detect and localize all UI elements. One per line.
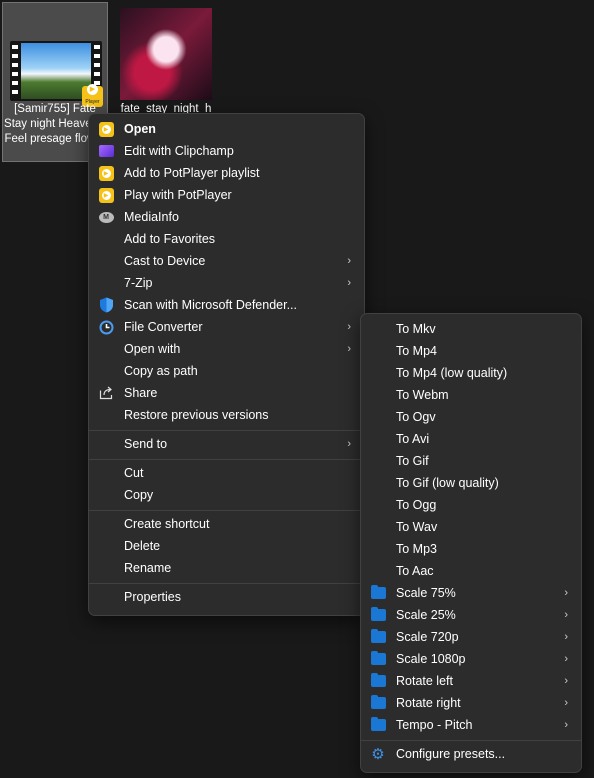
menu-item-to-mp4[interactable]: To Mp4	[365, 340, 577, 362]
menu-item-rotate-right[interactable]: Rotate right ›	[365, 692, 577, 714]
mediainfo-icon: M	[98, 209, 114, 225]
chevron-right-icon: ›	[347, 438, 351, 450]
menu-item-open[interactable]: ▶ Open	[93, 118, 360, 140]
menu-item-to-aac[interactable]: To Aac	[365, 560, 577, 582]
menu-item-to-gif-low[interactable]: To Gif (low quality)	[365, 472, 577, 494]
menu-item-mediainfo[interactable]: M MediaInfo	[93, 206, 360, 228]
menu-item-copy-as-path[interactable]: Copy as path	[93, 360, 360, 382]
chevron-right-icon: ›	[564, 653, 568, 665]
file-converter-icon	[98, 319, 114, 335]
menu-item-tempo-pitch[interactable]: Tempo - Pitch ›	[365, 714, 577, 736]
clipchamp-icon	[98, 143, 114, 159]
menu-separator	[89, 583, 364, 584]
chevron-right-icon: ›	[564, 609, 568, 621]
folder-icon	[370, 717, 386, 733]
menu-item-restore-versions[interactable]: Restore previous versions	[93, 404, 360, 426]
potplayer-icon: ▶	[98, 121, 114, 137]
chevron-right-icon: ›	[564, 675, 568, 687]
menu-item-create-shortcut[interactable]: Create shortcut	[93, 513, 360, 535]
menu-separator	[89, 459, 364, 460]
folder-icon	[370, 629, 386, 645]
menu-item-scale-25[interactable]: Scale 25% ›	[365, 604, 577, 626]
menu-item-file-converter[interactable]: File Converter ›	[93, 316, 360, 338]
menu-item-properties[interactable]: Properties	[93, 586, 360, 608]
menu-item-to-mkv[interactable]: To Mkv	[365, 318, 577, 340]
menu-item-rotate-left[interactable]: Rotate left ›	[365, 670, 577, 692]
menu-item-to-gif[interactable]: To Gif	[365, 450, 577, 472]
menu-item-add-playlist[interactable]: ▶ Add to PotPlayer playlist	[93, 162, 360, 184]
menu-item-add-favorites[interactable]: Add to Favorites	[93, 228, 360, 250]
menu-item-share[interactable]: Share	[93, 382, 360, 404]
menu-item-delete[interactable]: Delete	[93, 535, 360, 557]
folder-icon	[370, 607, 386, 623]
folder-icon	[370, 673, 386, 689]
menu-item-rename[interactable]: Rename	[93, 557, 360, 579]
menu-item-scale-1080p[interactable]: Scale 1080p ›	[365, 648, 577, 670]
menu-item-to-mp4-low[interactable]: To Mp4 (low quality)	[365, 362, 577, 384]
folder-icon	[370, 585, 386, 601]
menu-separator	[361, 740, 581, 741]
potplayer-icon: ▶	[98, 165, 114, 181]
chevron-right-icon: ›	[564, 719, 568, 731]
menu-item-cast-to-device[interactable]: Cast to Device ›	[93, 250, 360, 272]
menu-item-scan-defender[interactable]: Scan with Microsoft Defender...	[93, 294, 360, 316]
file-converter-submenu: To Mkv To Mp4 To Mp4 (low quality) To We…	[360, 313, 582, 773]
chevron-right-icon: ›	[564, 697, 568, 709]
defender-shield-icon	[98, 297, 114, 313]
menu-item-play-potplayer[interactable]: ▶ Play with PotPlayer	[93, 184, 360, 206]
menu-item-to-ogg[interactable]: To Ogg	[365, 494, 577, 516]
folder-icon	[370, 695, 386, 711]
menu-item-7zip[interactable]: 7-Zip ›	[93, 272, 360, 294]
chevron-right-icon: ›	[347, 343, 351, 355]
menu-item-scale-75[interactable]: Scale 75% ›	[365, 582, 577, 604]
chevron-right-icon: ›	[564, 631, 568, 643]
menu-item-open-with[interactable]: Open with ›	[93, 338, 360, 360]
menu-separator	[89, 510, 364, 511]
menu-item-scale-720p[interactable]: Scale 720p ›	[365, 626, 577, 648]
chevron-right-icon: ›	[347, 255, 351, 267]
image-thumbnail	[120, 8, 212, 100]
potplayer-icon: ▶	[98, 187, 114, 203]
chevron-right-icon: ›	[347, 277, 351, 289]
context-menu: ▶ Open Edit with Clipchamp ▶ Add to PotP…	[88, 113, 365, 616]
menu-item-send-to[interactable]: Send to ›	[93, 433, 360, 455]
menu-item-to-mp3[interactable]: To Mp3	[365, 538, 577, 560]
menu-item-copy[interactable]: Copy	[93, 484, 360, 506]
menu-item-to-webm[interactable]: To Webm	[365, 384, 577, 406]
share-icon	[98, 385, 114, 401]
folder-icon	[370, 651, 386, 667]
chevron-right-icon: ›	[347, 321, 351, 333]
menu-item-edit-clipchamp[interactable]: Edit with Clipchamp	[93, 140, 360, 162]
menu-separator	[89, 430, 364, 431]
menu-item-cut[interactable]: Cut	[93, 462, 360, 484]
gear-icon: ⚙	[371, 745, 385, 763]
menu-item-to-wav[interactable]: To Wav	[365, 516, 577, 538]
menu-item-configure-presets[interactable]: ⚙ Configure presets...	[365, 743, 577, 765]
chevron-right-icon: ›	[564, 587, 568, 599]
video-thumbnail: ▶ Player	[10, 41, 103, 107]
menu-item-to-avi[interactable]: To Avi	[365, 428, 577, 450]
menu-item-to-ogv[interactable]: To Ogv	[365, 406, 577, 428]
